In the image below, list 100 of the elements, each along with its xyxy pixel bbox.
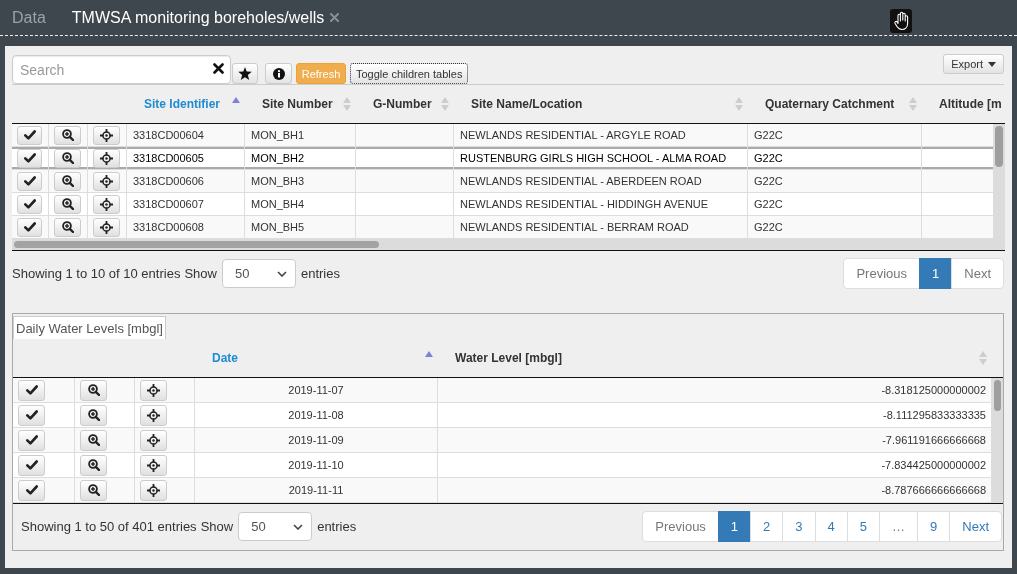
zoom-button[interactable] [54, 194, 81, 214]
locate-button[interactable] [140, 429, 167, 451]
info-icon [272, 67, 285, 80]
entries-info: Showing 1 to 10 of 10 entries [12, 266, 181, 281]
check-icon [23, 222, 36, 232]
page-button[interactable]: 2 [750, 511, 784, 542]
table-cell: MON_BH2 [245, 147, 356, 169]
locate-button[interactable] [140, 379, 167, 401]
table-row[interactable]: 3318CD00606 MON_BH3 NEWLANDS RESIDENTIAL - ABERDEEN ROAD G22C [12, 170, 993, 193]
column-header[interactable]: Quaternary Catchment [748, 85, 922, 123]
table-row[interactable]: 3318CD00607 MON_BH4 NEWLANDS RESIDENTIAL - HIDDINGH AVENUE G22C [12, 193, 993, 216]
sort-icon [343, 97, 351, 111]
zoom-in-icon [61, 198, 74, 210]
check-icon [23, 153, 36, 163]
page-length-select[interactable]: 50 [238, 512, 313, 541]
zoom-button[interactable] [80, 404, 107, 426]
tab[interactable]: Data [12, 8, 46, 27]
locate-button[interactable] [93, 148, 120, 168]
select-button[interactable] [18, 379, 45, 401]
table-cell: 2019-11-10 [195, 453, 438, 477]
crosshair-icon [100, 220, 113, 234]
table-cell: 3318CD00607 [127, 193, 245, 215]
locate-button[interactable] [140, 454, 167, 476]
column-header[interactable]: Altitude [m [922, 85, 1005, 123]
table-cell: 3318CD00606 [127, 170, 245, 192]
search-field[interactable]: Search [12, 55, 231, 84]
locate-button[interactable] [93, 171, 120, 191]
table-row[interactable]: 3318CD00608 MON_BH5 NEWLANDS RESIDENTIAL - BERRAM ROAD G22C [12, 216, 993, 239]
table-row[interactable]: 3318CD00604 MON_BH1 NEWLANDS RESIDENTIAL - ARGYLE ROAD G22C [12, 124, 993, 147]
zoom-in-icon [61, 175, 74, 187]
zoom-in-icon [87, 459, 100, 471]
sort-icon [441, 97, 449, 111]
chevron-icon [276, 270, 287, 277]
toggle-button[interactable]: Toggle children tables [350, 63, 469, 84]
select-button[interactable] [17, 148, 42, 168]
sort-icon [735, 97, 743, 111]
table-cell: G22C [748, 193, 922, 215]
column-header[interactable]: G-Number [356, 85, 454, 123]
select-button[interactable] [18, 454, 45, 476]
zoom-button[interactable] [80, 479, 107, 501]
crosshair-icon [147, 408, 160, 422]
info-button[interactable] [265, 63, 292, 84]
tab[interactable]: TMWSA monitoring boreholes/wells [71, 8, 340, 27]
locate-button[interactable] [140, 479, 167, 501]
page-button[interactable]: 5 [846, 511, 881, 542]
zoom-button[interactable] [80, 429, 107, 451]
locate-button[interactable] [93, 217, 120, 237]
crosshair-icon [100, 197, 113, 211]
scrollbar[interactable] [12, 239, 1005, 250]
tab[interactable]: Daily Water Levels [mbgl] [13, 316, 166, 339]
crosshair-icon [147, 433, 160, 447]
select-button[interactable] [18, 429, 45, 451]
zoom-in-icon [61, 129, 74, 141]
hand-icon[interactable] [890, 9, 912, 33]
crosshair-icon [147, 383, 160, 397]
export-button[interactable]: Export [943, 54, 1004, 74]
locate-button[interactable] [93, 194, 120, 214]
select-button[interactable] [17, 194, 42, 214]
clear-icon[interactable] [213, 63, 224, 74]
select-button[interactable] [18, 479, 45, 501]
select-button[interactable] [17, 125, 42, 145]
page-button[interactable]: 9 [917, 511, 951, 542]
zoom-button[interactable] [80, 379, 107, 401]
page-button[interactable]: 3 [782, 511, 816, 542]
table-cell: RUSTENBURG GIRLS HIGH SCHOOL - ALMA ROAD [454, 147, 748, 169]
close-icon[interactable] [330, 13, 340, 22]
select-button[interactable] [17, 217, 42, 237]
page-length-select[interactable]: 50 [221, 259, 296, 288]
star-button[interactable] [232, 63, 258, 84]
crosshair-icon [100, 151, 113, 165]
locate-button[interactable] [140, 404, 167, 426]
crosshair-icon [100, 174, 113, 188]
sort-icon [909, 97, 917, 111]
zoom-button[interactable] [54, 171, 81, 191]
check-icon [23, 176, 36, 186]
zoom-in-icon [87, 484, 100, 496]
locate-button[interactable] [93, 125, 120, 145]
zoom-button[interactable] [80, 454, 107, 476]
column-header[interactable]: Water Level [mbgl] [438, 339, 992, 377]
select-button[interactable] [17, 171, 42, 191]
page-button[interactable]: 1 [919, 258, 953, 289]
sort-up-icon [425, 350, 433, 357]
page-button[interactable]: 1 [717, 511, 752, 542]
table-row[interactable]: 3318CD00605 MON_BH2 RUSTENBURG GIRLS HIGH SCHOOL - ALMA ROAD G22C [12, 147, 993, 170]
next-button[interactable]: Next [949, 511, 1002, 542]
table-cell: G22C [748, 147, 922, 169]
select-button[interactable] [18, 404, 45, 426]
scrollbar[interactable] [992, 378, 1003, 503]
column-header[interactable]: Site Number [245, 85, 356, 123]
table-cell: 2019-11-11 [195, 478, 438, 502]
check-icon [23, 199, 36, 209]
column-header[interactable]: Site Name/Location [454, 85, 748, 123]
table-cell: NEWLANDS RESIDENTIAL - ABERDEEN ROAD [454, 170, 748, 192]
zoom-button[interactable] [54, 148, 81, 168]
page-button[interactable]: 4 [814, 511, 848, 542]
scrollbar[interactable] [993, 124, 1005, 239]
table-cell: NEWLANDS RESIDENTIAL - BERRAM ROAD [454, 216, 748, 238]
zoom-button[interactable] [54, 125, 81, 145]
check-icon [25, 385, 38, 395]
zoom-button[interactable] [54, 217, 81, 237]
